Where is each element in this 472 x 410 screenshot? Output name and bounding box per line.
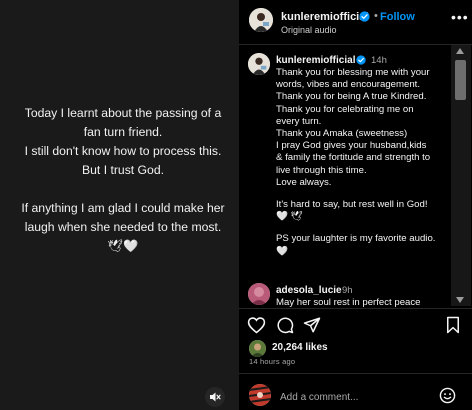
caption-line: words, vibes and encouragement.	[276, 79, 420, 91]
caption-line: I pray God gives your husband,kids	[276, 140, 427, 152]
avatar-image	[249, 384, 271, 406]
story-emoji: 🕊🤍	[107, 239, 139, 253]
post-media[interactable]: Today I learnt about the passing of a fa…	[0, 0, 239, 410]
caption-avatar[interactable]	[248, 53, 270, 75]
caption-text: Thank you for blessing me with your word…	[276, 67, 454, 258]
caption-line: Thank you for blessing me with your	[276, 67, 430, 78]
post-timestamp[interactable]: 14 hours ago	[249, 357, 295, 366]
mute-button[interactable]	[205, 387, 225, 407]
caption-emoji: 🤍 🕊	[276, 211, 303, 223]
heart-icon[interactable]	[247, 316, 266, 334]
caption-emoji: 🤍	[276, 245, 288, 257]
caption-line: Thank you for celebrating me on	[276, 103, 414, 115]
story-line: If anything I am glad I could make her	[21, 201, 225, 215]
author-avatar[interactable]	[249, 8, 273, 32]
divider	[239, 308, 472, 309]
story-line: fan turn friend.	[83, 125, 163, 139]
caption-line: Love always.	[276, 176, 332, 188]
viewer-avatar[interactable]	[249, 384, 271, 406]
story-line: But I trust God.	[82, 163, 164, 177]
comment-username[interactable]: adesola_lucie	[276, 285, 342, 296]
author-username[interactable]: kunleremiofficial	[281, 11, 368, 23]
comments-scrollbar[interactable]	[451, 45, 471, 306]
avatar-image	[249, 340, 266, 357]
scrollbar-thumb[interactable]	[455, 60, 466, 100]
caption-timestamp[interactable]: 14h	[371, 55, 387, 66]
verified-badge-icon	[359, 11, 370, 22]
paper-plane-icon[interactable]	[303, 316, 321, 334]
story-text: Today I learnt about the passing of a fa…	[18, 104, 228, 256]
caption-line: Thank you for being A true Kindred.	[276, 91, 427, 103]
commenter-avatar[interactable]	[248, 283, 270, 305]
liker-avatar[interactable]	[249, 340, 266, 357]
follow-button[interactable]: Follow	[380, 11, 415, 23]
caption-line: PS your laughter is my favorite audio.	[276, 233, 436, 245]
avatar-image	[248, 53, 270, 75]
caption-line: It's hard to say, but rest well in God!	[276, 199, 428, 211]
caption-line: every turn.	[276, 115, 322, 127]
story-line: I still don't know how to process this.	[24, 144, 222, 158]
header-separator: •	[374, 10, 378, 22]
comment-timestamp[interactable]: 9h	[342, 285, 353, 296]
bookmark-icon[interactable]	[445, 316, 461, 334]
likes-count[interactable]: 20,264 likes	[272, 342, 328, 353]
scroll-down-arrow-icon[interactable]	[456, 297, 464, 303]
story-line: laugh when she needed to the most.	[24, 220, 222, 234]
caption-line: Thank you Amaka (sweetness)	[276, 128, 408, 140]
divider	[239, 44, 472, 45]
original-audio-link[interactable]: Original audio	[281, 25, 337, 35]
scroll-up-arrow-icon[interactable]	[456, 48, 464, 54]
story-line: Today I learnt about the passing of a	[24, 106, 222, 120]
caption-username[interactable]: kunleremiofficial	[276, 55, 355, 66]
caption-line: live through this time.	[276, 164, 367, 176]
avatar-image	[249, 8, 273, 32]
smiley-icon[interactable]	[439, 387, 456, 404]
post-sidebar: kunleremiofficial • Follow Original audi…	[239, 0, 472, 410]
divider	[239, 373, 472, 374]
more-options-icon[interactable]: •••	[451, 9, 469, 25]
avatar-image	[248, 283, 270, 305]
comment-bubble-icon[interactable]	[276, 316, 294, 334]
caption-line: & family the fortitude and strength to	[276, 152, 431, 164]
add-comment-input[interactable]: Add a comment...	[280, 392, 358, 403]
story-spacer	[18, 180, 228, 199]
comment-text: May her soul rest in perfect peace	[276, 297, 421, 307]
speaker-muted-icon	[210, 392, 221, 402]
verified-badge-icon	[356, 55, 366, 65]
